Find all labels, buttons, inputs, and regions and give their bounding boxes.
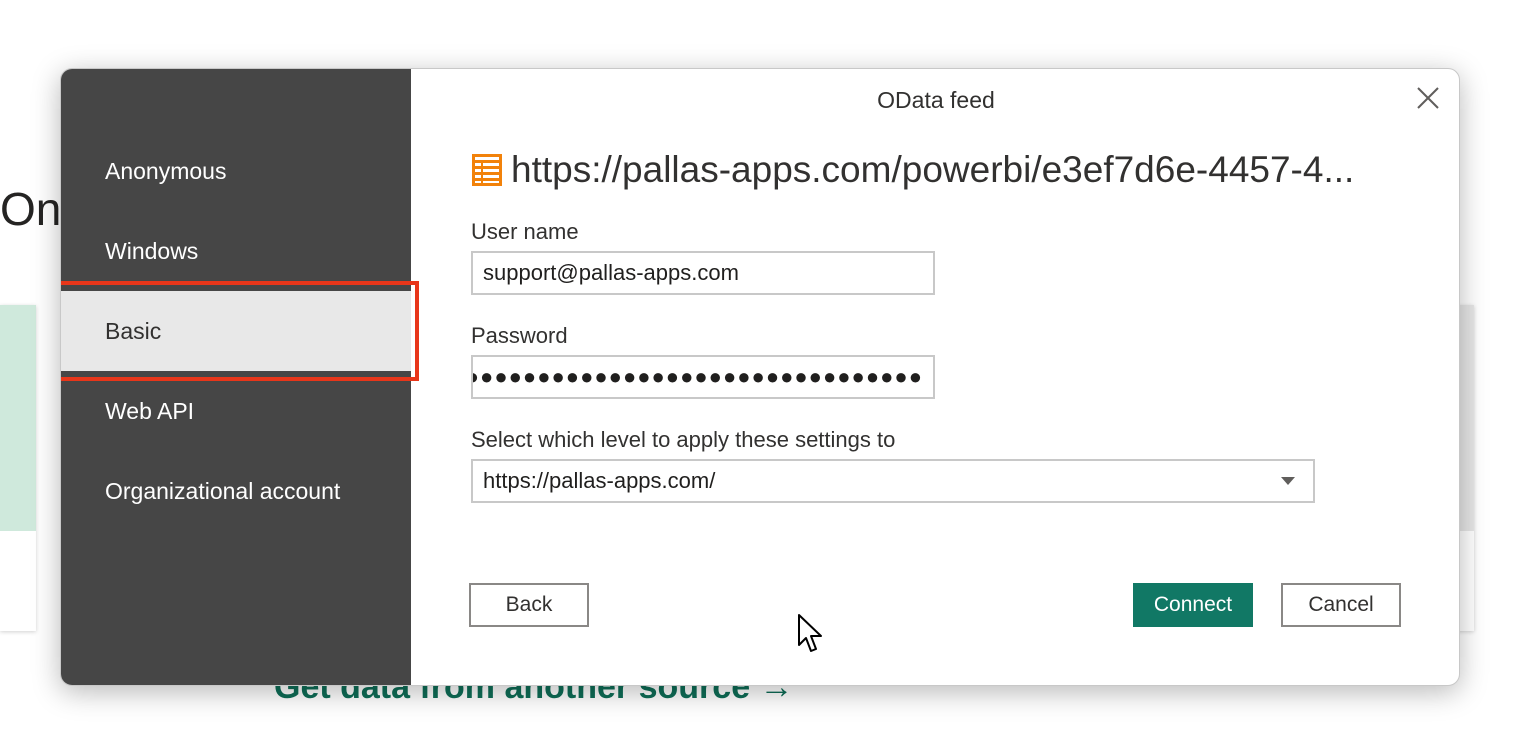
connect-button[interactable]: Connect [1133, 583, 1253, 627]
auth-item-basic[interactable]: Basic [61, 291, 411, 371]
level-select-value: https://pallas-apps.com/ [483, 468, 716, 493]
auth-method-sidebar: Anonymous Windows Basic Web API Organiza… [61, 69, 411, 685]
username-input[interactable] [471, 251, 935, 295]
feed-url-row: https://pallas-apps.com/powerbi/e3ef7d6e… [471, 145, 1431, 195]
auth-item-web-api[interactable]: Web API [61, 371, 411, 451]
cancel-button[interactable]: Cancel [1281, 583, 1401, 627]
level-label: Select which level to apply these settin… [471, 427, 896, 452]
close-icon [1417, 87, 1439, 109]
odata-feed-icon [472, 154, 502, 186]
odata-feed-dialog: Anonymous Windows Basic Web API Organiza… [60, 68, 1460, 686]
level-select[interactable]: https://pallas-apps.com/ [471, 459, 1315, 503]
auth-item-anonymous[interactable]: Anonymous [61, 131, 411, 211]
auth-item-organizational-account[interactable]: Organizational account [61, 451, 411, 531]
password-label: Password [471, 323, 568, 348]
password-input[interactable]: ●●●●●●●●●●●●●●●●●●●●●●●●●●●●●●●●● [471, 355, 935, 399]
dialog-content: OData feed https://pallas-apps.com/power… [411, 69, 1459, 685]
dialog-title: OData feed [877, 87, 995, 113]
auth-item-windows[interactable]: Windows [61, 211, 411, 291]
feed-url: https://pallas-apps.com/powerbi/e3ef7d6e… [511, 149, 1355, 190]
password-mask: ●●●●●●●●●●●●●●●●●●●●●●●●●●●●●●●●● [471, 364, 923, 389]
background-card-left [0, 305, 36, 631]
close-button[interactable] [1411, 81, 1445, 115]
chevron-down-icon [1281, 477, 1295, 485]
username-label: User name [471, 219, 579, 244]
back-button[interactable]: Back [469, 583, 589, 627]
